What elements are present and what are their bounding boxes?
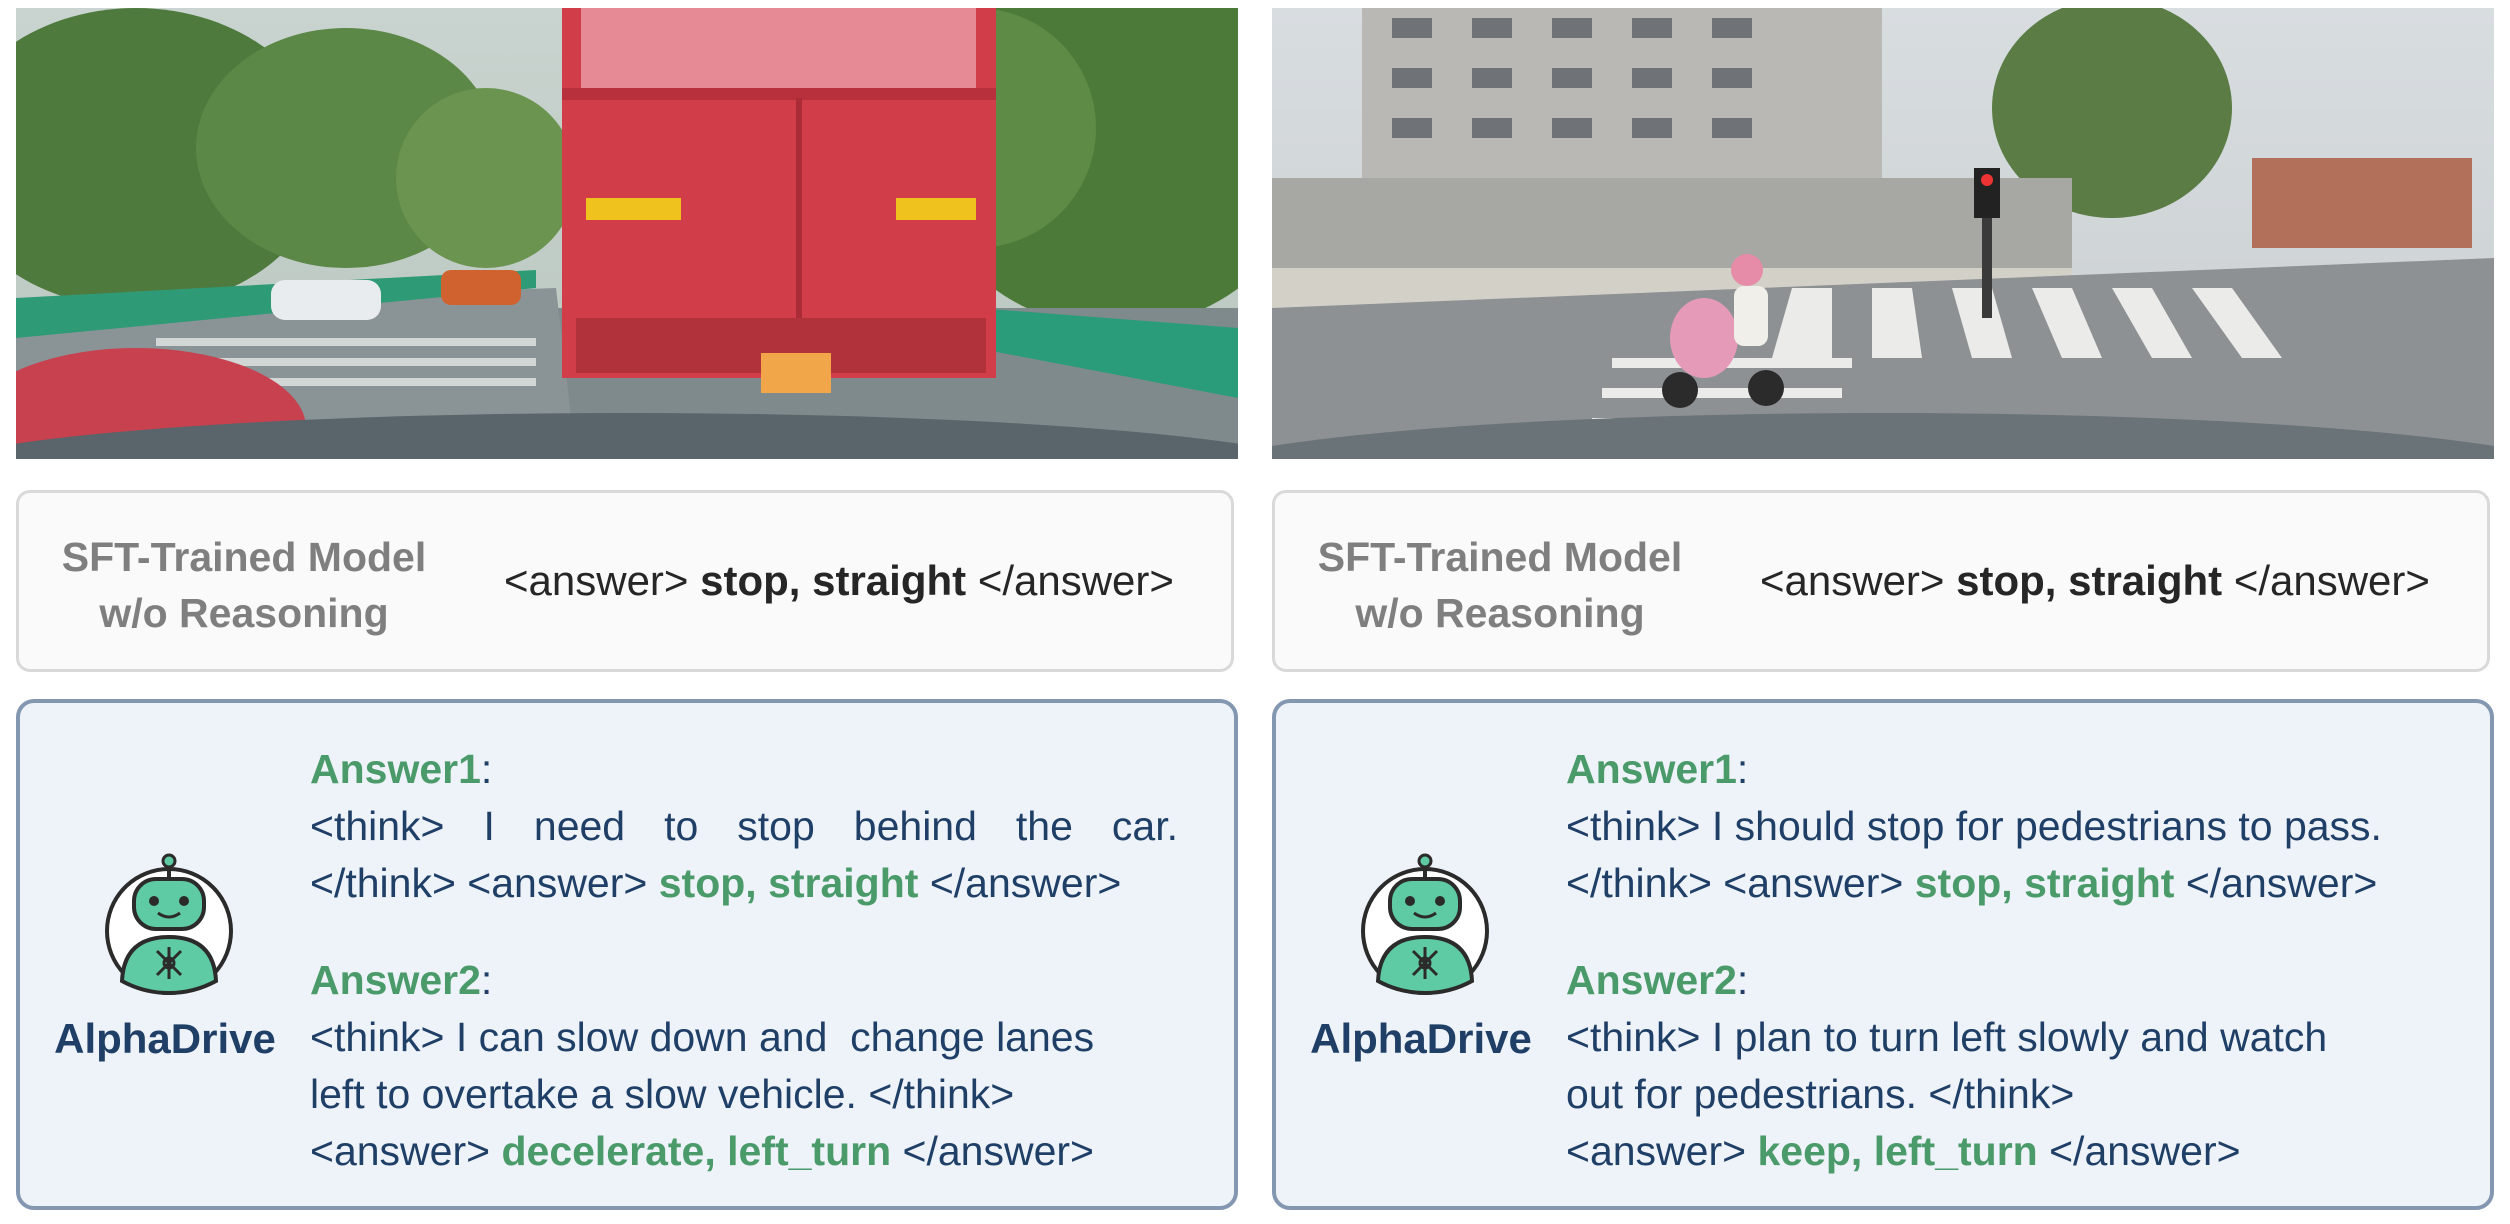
alphadrive-card: AlphaDrive Answer1: <think> I should sto… bbox=[1272, 699, 2494, 1210]
answer2-open-tag: <answer> bbox=[310, 1128, 491, 1174]
sft-answer-value: stop, straight bbox=[1956, 557, 2223, 604]
sft-model-line2: w/o Reasoning bbox=[99, 590, 389, 636]
panel-right: SFT-Trained Model w/o Reasoning <answer>… bbox=[1272, 0, 2494, 1224]
answer1-think-end: </think> <answer> bbox=[1566, 860, 1904, 906]
answer1-value: stop, straight bbox=[1914, 860, 2175, 906]
sft-model-card: SFT-Trained Model w/o Reasoning <answer>… bbox=[1272, 490, 2490, 672]
answer1-think: <think> I need to stop behind the car. bbox=[310, 803, 1178, 849]
sft-answer: <answer> stop, straight </answer> bbox=[504, 553, 1174, 609]
sft-answer: <answer> stop, straight </answer> bbox=[1760, 553, 2430, 609]
alphadrive-label: AlphaDrive bbox=[1310, 1015, 1532, 1062]
sft-model-line1: SFT-Trained Model bbox=[1317, 534, 1683, 580]
sft-model-label: SFT-Trained Model w/o Reasoning bbox=[59, 529, 429, 641]
answer-close-tag: </answer> bbox=[2233, 557, 2430, 604]
answer2-line2: out for pedestrians. </think> bbox=[1566, 1071, 2075, 1117]
alphadrive-card: AlphaDrive Answer1: <think> I need to st… bbox=[16, 699, 1238, 1210]
answer2-line2: left to overtake a slow vehicle. </think… bbox=[310, 1071, 1015, 1117]
alphadrive-label: AlphaDrive bbox=[54, 1015, 276, 1062]
answer2-value: decelerate, left_turn bbox=[501, 1128, 892, 1174]
answer2-close-tag: </answer> bbox=[902, 1128, 1094, 1174]
alphadrive-answers: Answer1: <think> I should stop for pedes… bbox=[1566, 741, 2434, 1180]
answer-close-tag: </answer> bbox=[977, 557, 1174, 604]
answer1-heading: Answer1 bbox=[310, 746, 481, 792]
answer1-value: stop, straight bbox=[658, 860, 919, 906]
alphadrive-answers: Answer1: <think> I need to stop behind t… bbox=[310, 746, 1178, 1174]
answer2-heading: Answer2 bbox=[1566, 957, 1737, 1003]
answer2-close-tag: </answer> bbox=[2049, 1128, 2241, 1174]
answer2-open-tag: <answer> bbox=[1566, 1128, 1747, 1174]
dashcam-image-truck bbox=[16, 8, 1238, 459]
answer1-think-end: </think> <answer> bbox=[310, 860, 648, 906]
dashcam-image-crosswalk bbox=[1272, 8, 2494, 459]
answer2-value: keep, left_turn bbox=[1757, 1128, 2038, 1174]
answer1-close-tag: </answer> bbox=[929, 860, 1122, 906]
panel-left: SFT-Trained Model w/o Reasoning <answer>… bbox=[16, 0, 1238, 1224]
answer2-heading: Answer2 bbox=[310, 957, 481, 1003]
answer1-think: <think> I should stop for pedestrians to… bbox=[1566, 803, 2382, 849]
answer1-close-tag: </answer> bbox=[2185, 860, 2378, 906]
robot-avatar-icon bbox=[94, 853, 244, 1003]
sft-model-line2: w/o Reasoning bbox=[1355, 590, 1645, 636]
sft-model-line1: SFT-Trained Model bbox=[61, 534, 427, 580]
answer-open-tag: <answer> bbox=[1760, 557, 1945, 604]
sft-model-label: SFT-Trained Model w/o Reasoning bbox=[1315, 529, 1685, 641]
answer1-heading: Answer1 bbox=[1566, 746, 1737, 792]
sft-answer-value: stop, straight bbox=[700, 557, 967, 604]
answer-open-tag: <answer> bbox=[504, 557, 689, 604]
answer2-line1: <think> I plan to turn left slowly and w… bbox=[1566, 1014, 2328, 1060]
robot-avatar-icon bbox=[1350, 853, 1500, 1003]
sft-model-card: SFT-Trained Model w/o Reasoning <answer>… bbox=[16, 490, 1234, 672]
answer2-line1: <think> I can slow down and change lanes bbox=[310, 1014, 1095, 1060]
